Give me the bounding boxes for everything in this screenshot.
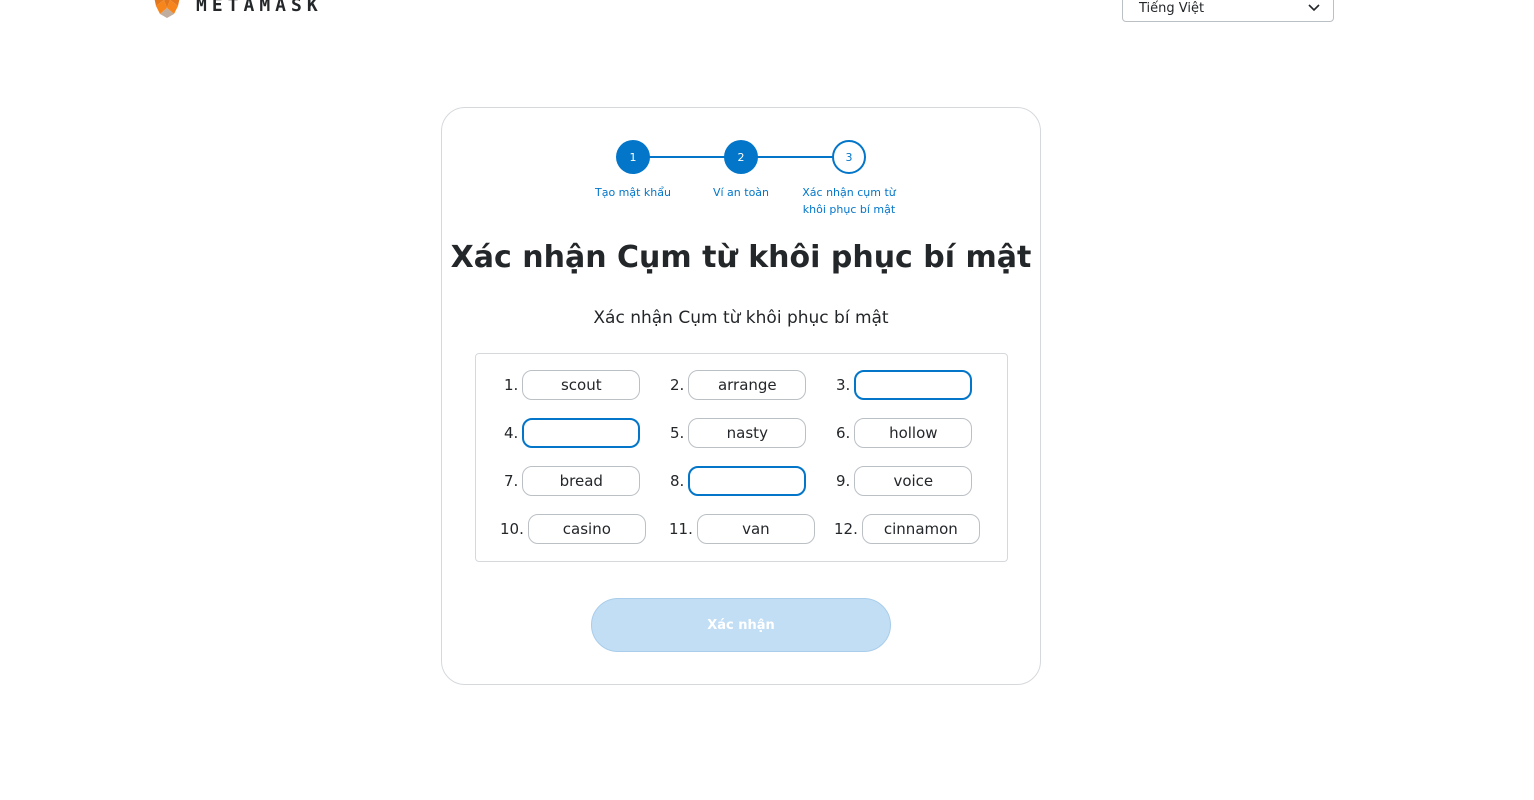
word-number: 5. xyxy=(670,424,685,442)
top-bar: METAMASK Tiếng Việt xyxy=(0,0,1534,40)
logo-wordmark: METAMASK xyxy=(196,0,323,16)
word-number: 7. xyxy=(504,472,519,490)
word-field: cinnamon xyxy=(861,514,980,544)
chevron-down-icon xyxy=(1308,4,1320,12)
step-2-circle: 2 xyxy=(724,140,758,174)
word-number: 3. xyxy=(836,376,851,394)
step-1-label: Tạo mật khẩu xyxy=(594,186,671,199)
word-input-8[interactable] xyxy=(688,466,807,496)
word-number: 2. xyxy=(670,376,685,394)
recovery-phrase-grid: 1. scout 2. arrange 3. 4. 5. nasty 6. ho… xyxy=(475,353,1008,562)
step-2-label: Ví an toàn xyxy=(712,186,770,199)
word-number: 11. xyxy=(669,520,693,538)
word-number: 1. xyxy=(504,376,519,394)
word-slot: 2. arrange xyxy=(670,370,807,400)
word-number: 4. xyxy=(504,424,519,442)
word-number: 6. xyxy=(836,424,851,442)
step-3-circle: 3 xyxy=(832,140,866,174)
language-select[interactable]: Tiếng Việt xyxy=(1122,0,1334,22)
metamask-logo[interactable]: METAMASK xyxy=(150,0,323,22)
word-field: hollow xyxy=(854,418,973,448)
word-field: van xyxy=(696,514,815,544)
word-slot: 5. nasty xyxy=(670,418,807,448)
word-slot: 7. bread xyxy=(504,466,641,496)
word-slot: 3. xyxy=(836,370,973,400)
confirm-button[interactable]: Xác nhận xyxy=(591,598,891,652)
word-slot: 1. scout xyxy=(504,370,641,400)
step-3-label-line2: khôi phục bí mật xyxy=(802,203,896,216)
word-slot: 10. casino xyxy=(500,514,646,544)
word-slot: 4. xyxy=(504,418,641,448)
word-slot: 6. hollow xyxy=(836,418,973,448)
word-slot: 8. xyxy=(670,466,807,496)
step-3-label-line1: Xác nhận cụm từ xyxy=(802,186,896,199)
word-input-4[interactable] xyxy=(522,418,641,448)
step-1-circle: 1 xyxy=(616,140,650,174)
word-number: 10. xyxy=(500,520,524,538)
fox-icon xyxy=(154,0,180,18)
word-field: nasty xyxy=(688,418,807,448)
word-input-3[interactable] xyxy=(854,370,973,400)
onboarding-card: 1 2 3 Tạo mật khẩu Ví an toàn Xác nhận c… xyxy=(441,107,1041,685)
word-field: voice xyxy=(854,466,973,496)
page-title: Xác nhận Cụm từ khôi phục bí mật xyxy=(450,240,1032,275)
word-field: casino xyxy=(527,514,646,544)
word-slot: 11. van xyxy=(669,514,815,544)
page-subtitle: Xác nhận Cụm từ khôi phục bí mật xyxy=(593,308,889,328)
word-slot: 9. voice xyxy=(836,466,973,496)
word-number: 9. xyxy=(836,472,851,490)
progress-stepper: 1 2 3 Tạo mật khẩu Ví an toàn Xác nhận c… xyxy=(442,108,1040,228)
step-3-label: Xác nhận cụm từ khôi phục bí mật xyxy=(789,184,909,218)
word-number: 12. xyxy=(834,520,858,538)
word-field: scout xyxy=(522,370,641,400)
word-field: bread xyxy=(522,466,641,496)
word-field: arrange xyxy=(688,370,807,400)
language-selected-value: Tiếng Việt xyxy=(1139,0,1205,16)
word-number: 8. xyxy=(670,472,685,490)
word-slot: 12. cinnamon xyxy=(834,514,980,544)
